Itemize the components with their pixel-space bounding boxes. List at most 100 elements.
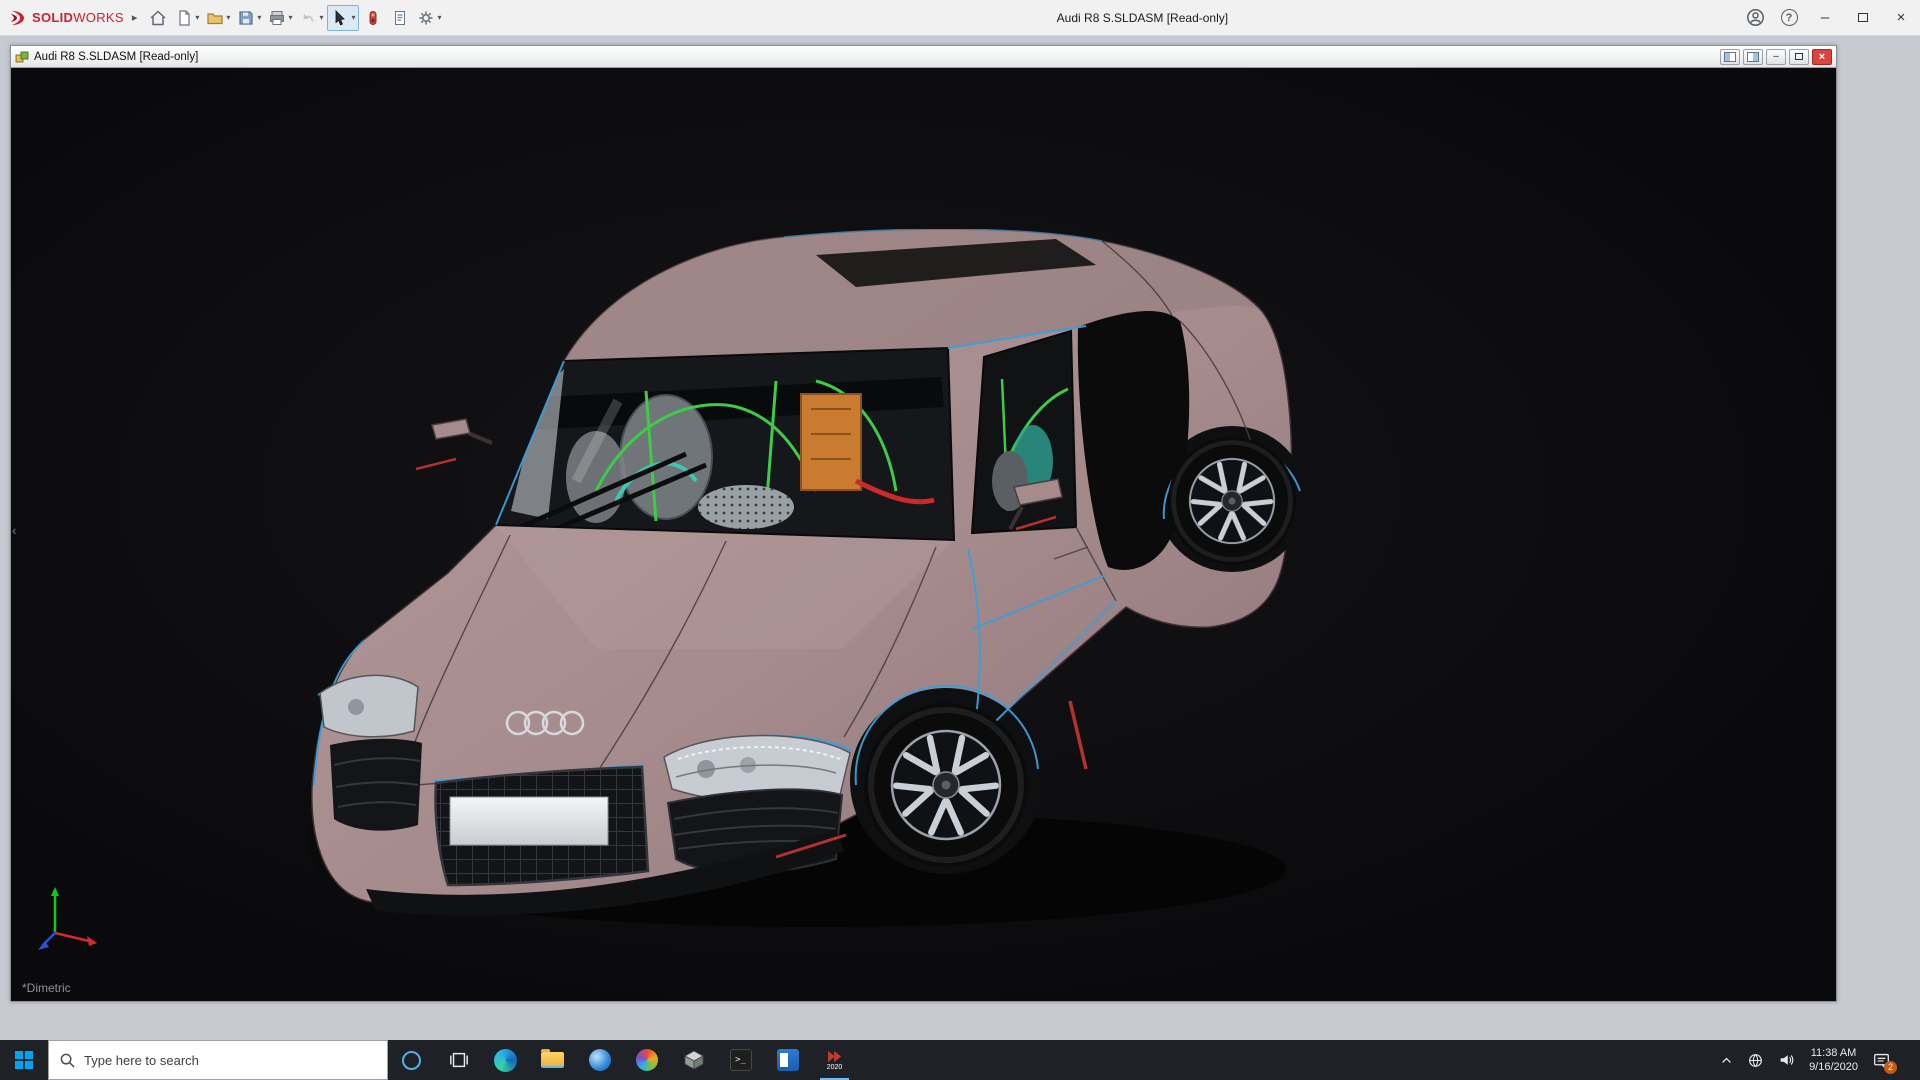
- cortana-button[interactable]: [388, 1040, 435, 1080]
- solidworks-2020-icon: 2020: [825, 1050, 845, 1071]
- doc-restore-button[interactable]: [1789, 49, 1809, 65]
- solidworks-2020-button[interactable]: 2020: [811, 1040, 858, 1080]
- network-globe-icon: [1748, 1053, 1763, 1068]
- home-button[interactable]: [145, 5, 171, 31]
- viewport-3d[interactable]: *Dimetric ‹: [11, 69, 1836, 1001]
- solidworks-2020-glyph: [825, 1050, 845, 1063]
- office-app-icon: [777, 1049, 799, 1071]
- cortana-icon: [402, 1051, 421, 1070]
- close-button[interactable]: ×: [1882, 0, 1920, 36]
- file-explorer-icon: [541, 1052, 564, 1068]
- windows-taskbar: Type here to search >_: [0, 1040, 1920, 1080]
- help-button[interactable]: ?: [1772, 0, 1806, 36]
- doc-close-button[interactable]: ×: [1812, 49, 1832, 65]
- window-tile-button[interactable]: [1720, 49, 1740, 65]
- notification-badge: 2: [1884, 1061, 1897, 1074]
- solidworks-button[interactable]: [670, 1040, 717, 1080]
- quick-access-toolbar: ▾ ▾ ▾ ▾ ▾: [145, 5, 444, 31]
- new-document-button[interactable]: ▾: [172, 5, 202, 31]
- car-model-audi-r8: [296, 229, 1306, 929]
- file-properties-button[interactable]: [387, 5, 413, 31]
- browser-icon: [589, 1049, 611, 1071]
- action-center-button[interactable]: 2: [1873, 1052, 1890, 1069]
- edge-icon: [494, 1049, 517, 1072]
- minimize-button[interactable]: –: [1806, 0, 1844, 36]
- dropdown-arrow-icon[interactable]: ▾: [226, 13, 230, 22]
- rebuild-button[interactable]: [360, 5, 386, 31]
- search-placeholder: Type here to search: [84, 1053, 199, 1068]
- close-icon: ×: [1819, 51, 1825, 63]
- chevron-up-icon: [1720, 1054, 1733, 1067]
- dassault-logo-icon: [8, 8, 28, 28]
- maximize-icon: [1858, 13, 1868, 22]
- office-app-button[interactable]: [764, 1040, 811, 1080]
- minimize-icon: –: [1821, 9, 1829, 26]
- dropdown-arrow-icon[interactable]: ▾: [195, 13, 199, 22]
- terminal-button[interactable]: >_: [717, 1040, 764, 1080]
- start-button[interactable]: [0, 1040, 48, 1080]
- print-button[interactable]: ▾: [265, 5, 295, 31]
- file-properties-icon: [391, 9, 409, 27]
- account-icon: [1746, 8, 1765, 27]
- browser-button[interactable]: [576, 1040, 623, 1080]
- mdi-client-area: Audi R8 S.SLDASM [Read-only] – ×: [0, 37, 1920, 1040]
- window-tile-icon: [1724, 52, 1736, 62]
- windows-logo-icon: [15, 1051, 33, 1069]
- network-button[interactable]: [1748, 1053, 1763, 1068]
- system-tray: 11:38 AM 9/16/2020 2: [1720, 1040, 1920, 1080]
- new-document-icon: [175, 9, 193, 27]
- doc-minimize-button[interactable]: –: [1766, 49, 1786, 65]
- taskbar-clock[interactable]: 11:38 AM 9/16/2020: [1809, 1046, 1858, 1074]
- window-cascade-button[interactable]: [1743, 49, 1763, 65]
- view-orientation-label: *Dimetric: [22, 981, 71, 995]
- photos-button[interactable]: [623, 1040, 670, 1080]
- dropdown-arrow-icon[interactable]: ▾: [257, 13, 261, 22]
- restore-icon: [1795, 53, 1803, 60]
- open-folder-icon: [206, 9, 224, 27]
- undo-button[interactable]: ▾: [296, 5, 326, 31]
- taskbar-apps: >_ 2020: [388, 1040, 858, 1080]
- dropdown-arrow-icon[interactable]: ▾: [351, 13, 355, 22]
- dropdown-arrow-icon[interactable]: ▾: [319, 13, 323, 22]
- edge-button[interactable]: [482, 1040, 529, 1080]
- login-button[interactable]: [1738, 0, 1772, 36]
- dropdown-arrow-icon[interactable]: ▾: [437, 13, 441, 22]
- undo-icon: [299, 9, 317, 27]
- tray-overflow-button[interactable]: [1720, 1054, 1733, 1067]
- toolbar-expand-arrow[interactable]: ▸: [130, 11, 146, 24]
- document-window: Audi R8 S.SLDASM [Read-only] – ×: [10, 45, 1837, 1002]
- file-explorer-button[interactable]: [529, 1040, 576, 1080]
- document-titlebar[interactable]: Audi R8 S.SLDASM [Read-only] – ×: [11, 46, 1836, 68]
- app-title: Audi R8 S.SLDASM [Read-only]: [1057, 0, 1228, 36]
- app-titlebar: SOLIDWORKS ▸ ▾ ▾ ▾: [0, 0, 1920, 36]
- clock-time: 11:38 AM: [1811, 1046, 1857, 1060]
- orientation-triad: [33, 881, 113, 961]
- taskbar-search[interactable]: Type here to search: [48, 1040, 388, 1080]
- solidworks-cube-icon: [683, 1049, 705, 1071]
- terminal-icon: >_: [730, 1049, 752, 1071]
- photos-icon: [636, 1049, 658, 1071]
- task-view-button[interactable]: [435, 1040, 482, 1080]
- dropdown-arrow-icon[interactable]: ▾: [288, 13, 292, 22]
- print-icon: [268, 9, 286, 27]
- save-button[interactable]: ▾: [234, 5, 264, 31]
- minimize-icon: –: [1773, 51, 1779, 62]
- clock-date: 9/16/2020: [1809, 1060, 1858, 1074]
- select-tool-button[interactable]: ▾: [327, 5, 359, 31]
- close-icon: ×: [1897, 9, 1906, 26]
- featuremanager-expand-arrow[interactable]: ‹: [12, 524, 16, 537]
- document-title: Audi R8 S.SLDASM [Read-only]: [34, 51, 198, 63]
- open-button[interactable]: ▾: [203, 5, 233, 31]
- search-icon: [60, 1053, 75, 1068]
- volume-icon: [1778, 1052, 1794, 1068]
- window-cascade-icon: [1747, 52, 1759, 62]
- brand-wordmark: SOLIDWORKS: [32, 10, 124, 25]
- help-icon: ?: [1781, 9, 1798, 26]
- solidworks-logo: SOLIDWORKS: [0, 8, 130, 28]
- task-view-icon: [449, 1050, 469, 1070]
- options-button[interactable]: ▾: [414, 5, 444, 31]
- volume-button[interactable]: [1778, 1052, 1794, 1068]
- select-cursor-icon: [331, 9, 349, 27]
- save-icon: [237, 9, 255, 27]
- maximize-button[interactable]: [1844, 0, 1882, 36]
